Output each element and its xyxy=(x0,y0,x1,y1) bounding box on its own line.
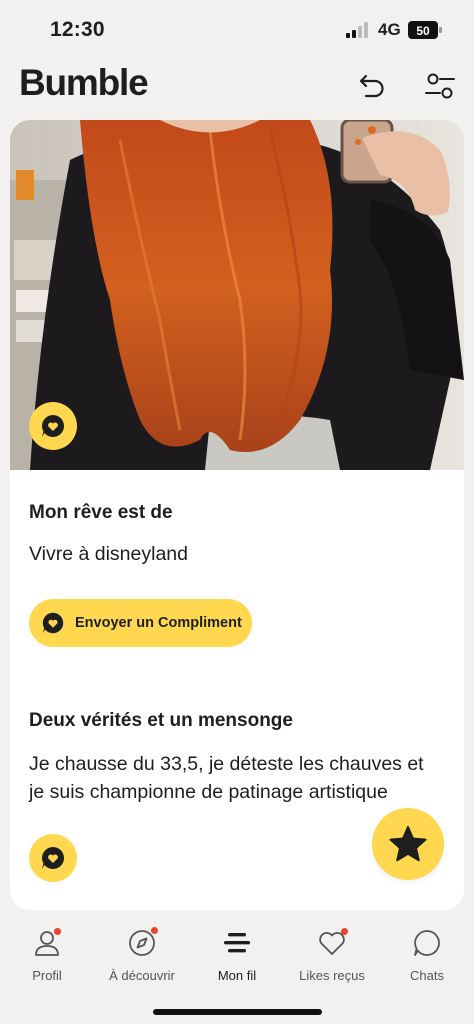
prompt-compliment-button[interactable] xyxy=(29,834,77,882)
prompt-answer: Vivre à disneyland xyxy=(29,543,188,565)
heart-bubble-icon xyxy=(42,415,64,437)
prompt-title: Mon rêve est de xyxy=(29,502,173,523)
status-bar: 12:30 4G 50 xyxy=(0,0,474,60)
chat-icon xyxy=(414,930,440,956)
profile-badge xyxy=(54,928,61,935)
nav-item-likes[interactable]: Likes reçus xyxy=(285,926,379,992)
photo-compliment-button[interactable] xyxy=(29,402,77,450)
network-type: 4G xyxy=(378,20,401,39)
app-header: Bumble xyxy=(0,60,474,116)
heart-bubble-icon xyxy=(42,847,64,869)
filters-button[interactable] xyxy=(422,68,458,104)
feed-icon xyxy=(224,933,250,953)
status-time: 12:30 xyxy=(50,18,105,41)
nav-item-profile[interactable]: Profil xyxy=(0,926,94,992)
app-logo: Bumble xyxy=(19,62,149,103)
nav-label: Mon fil xyxy=(217,968,257,983)
nav-label: Profil xyxy=(32,968,62,983)
prompt-title: Deux vérités et un mensonge xyxy=(29,710,293,731)
undo-button[interactable] xyxy=(354,68,390,104)
heart-bubble-icon xyxy=(39,609,67,637)
star-icon xyxy=(389,826,427,862)
nav-item-discover[interactable]: À découvrir xyxy=(95,926,189,992)
send-compliment-button[interactable]: Envoyer un Compliment xyxy=(29,599,252,647)
nav-label: À découvrir xyxy=(109,968,175,983)
battery-icon: 50 xyxy=(408,21,442,39)
prompt-answer: Je chausse du 33,5, je déteste les chauv… xyxy=(29,753,424,803)
send-compliment-label: Envoyer un Compliment xyxy=(75,615,242,631)
profile-card: Mon rêve est de Vivre à disneyland Envoy… xyxy=(10,120,464,910)
signal-icon xyxy=(346,22,368,38)
nav-label: Chats xyxy=(410,968,444,983)
discover-badge xyxy=(151,927,158,934)
photo-illustration xyxy=(10,120,464,470)
likes-badge xyxy=(341,928,348,935)
home-indicator[interactable] xyxy=(153,1009,322,1015)
nav-item-feed[interactable]: Mon fil xyxy=(190,926,284,992)
undo-icon xyxy=(359,74,384,98)
filters-icon xyxy=(425,73,455,99)
superswipe-button[interactable] xyxy=(372,808,444,880)
profile-photo[interactable] xyxy=(10,120,464,470)
nav-label: Likes reçus xyxy=(299,968,365,983)
battery-level: 50 xyxy=(416,24,430,38)
nav-item-chats[interactable]: Chats xyxy=(380,926,474,992)
